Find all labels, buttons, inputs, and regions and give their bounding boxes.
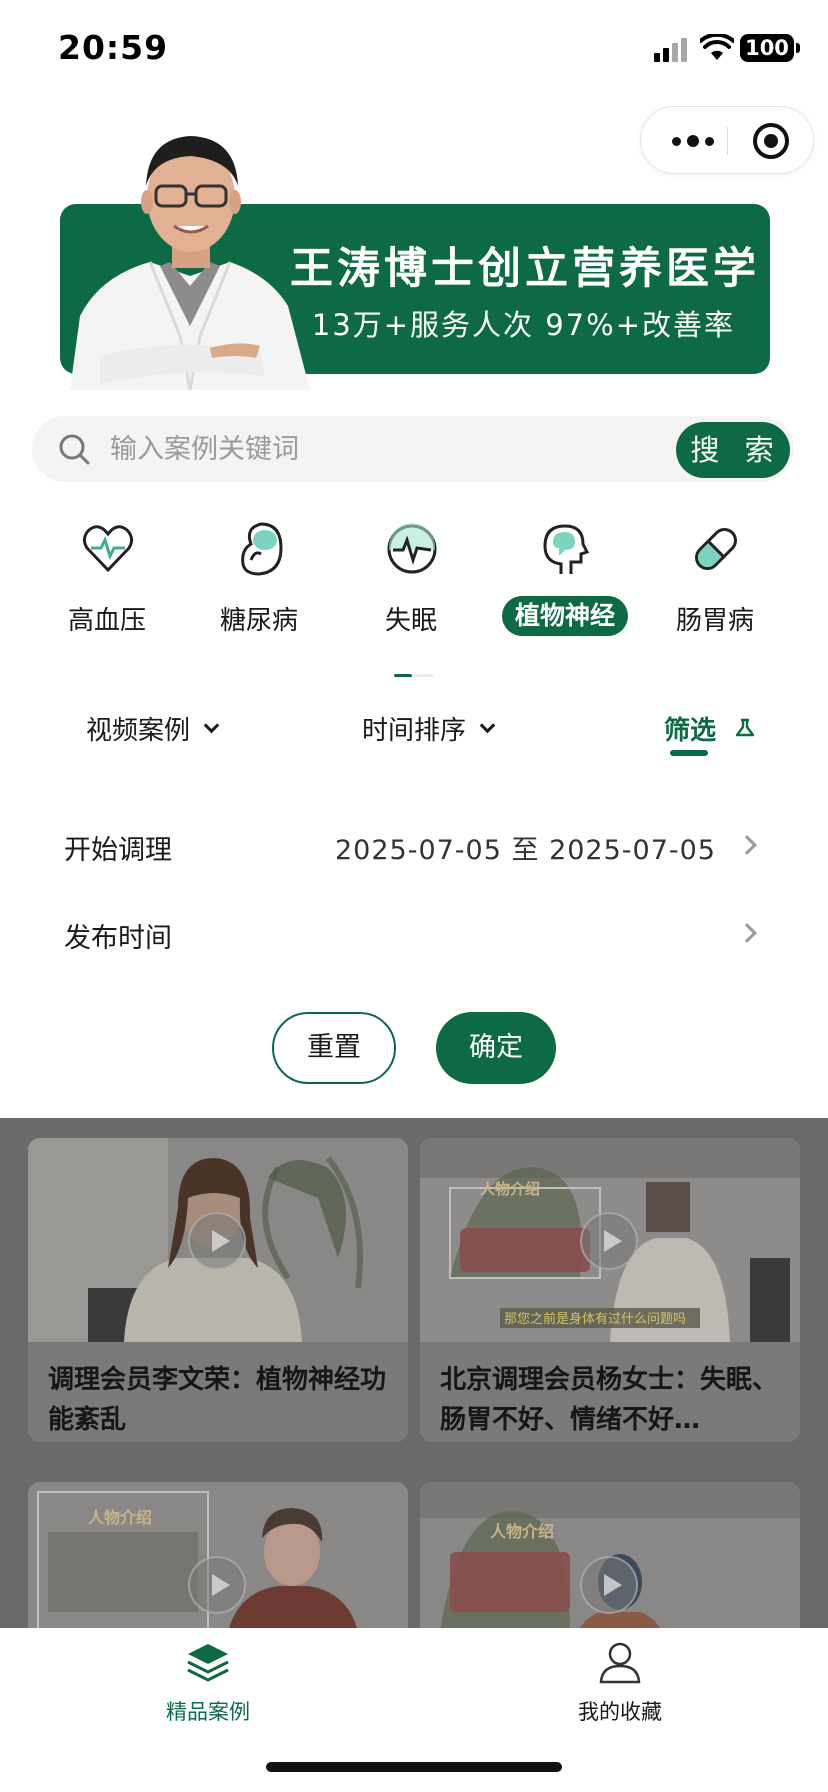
cellular-signal-icon [654, 38, 688, 62]
start-date-row[interactable]: 开始调理 2025-07-05 至 2025-07-05 [64, 822, 764, 872]
pulse-circle-icon [387, 523, 437, 574]
capsule-menu [640, 106, 814, 174]
funnel-icon [735, 718, 755, 737]
category-insomnia[interactable]: 失眠 [336, 520, 486, 640]
confirm-button[interactable]: 确定 [436, 1012, 556, 1084]
tab-favorites[interactable]: 我的收藏 [520, 1640, 720, 1740]
publish-time-row[interactable]: 发布时间 [64, 910, 764, 960]
play-icon [580, 1556, 638, 1614]
home-indicator [266, 1762, 562, 1772]
search-button[interactable]: 搜 索 [676, 422, 790, 478]
intro-heading: 人物介绍 [480, 1180, 541, 1198]
chevron-right-icon [737, 835, 757, 855]
tab-favorites-label: 我的收藏 [578, 1700, 662, 1724]
case-card[interactable]: 调理会员李文荣：植物神经功能紊乱 [28, 1138, 408, 1442]
close-miniprogram-icon[interactable] [753, 123, 789, 159]
case-type-dropdown[interactable]: 视频案例 [86, 708, 220, 748]
status-time: 20:59 [58, 28, 169, 67]
sort-dropdown[interactable]: 时间排序 [362, 708, 496, 748]
doctor-portrait [70, 136, 310, 390]
case-title: 北京调理会员杨女士：失眠、肠胃不好、情绪不好… [440, 1365, 779, 1435]
category-diabetes[interactable]: 糖尿病 [184, 520, 334, 640]
wifi-icon [700, 34, 734, 60]
capsule-divider [727, 127, 728, 155]
case-card[interactable]: 人物介绍 [28, 1482, 408, 1628]
play-icon [188, 1212, 246, 1270]
category-autonomic-nerve[interactable]: 植物神经 [488, 520, 638, 640]
search-input[interactable] [110, 428, 610, 470]
category-label: 失眠 [384, 606, 437, 636]
battery-icon: 100 [740, 34, 800, 62]
play-icon [580, 1212, 638, 1270]
banner-title: 王涛博士创立营养医学 [290, 244, 760, 294]
kidney-icon [241, 522, 283, 576]
category-label: 植物神经 [502, 596, 628, 636]
tab-cases[interactable]: 精品案例 [108, 1640, 308, 1740]
sort-label: 时间排序 [362, 715, 467, 746]
heart-pulse-icon [82, 525, 134, 573]
user-icon [599, 1642, 641, 1684]
play-icon [188, 1556, 246, 1614]
brain-head-icon [543, 524, 590, 574]
case-card[interactable]: 人物介绍 那您之前是身体有过什么问题吗 北京调理会员杨女士：失眠、肠胃不好、情绪… [420, 1138, 800, 1442]
chevron-down-icon [203, 717, 220, 733]
banner-subtitle: 13万+服务人次 97%+改善率 [311, 308, 735, 342]
start-date-label: 开始调理 [64, 835, 172, 866]
capsule-icon [695, 528, 737, 570]
case-list-overlay[interactable]: 调理会员李文荣：植物神经功能紊乱 人物介绍 那您之前是身体有过什么问题吗 北京调… [0, 1118, 828, 1628]
reset-button[interactable]: 重置 [272, 1012, 396, 1084]
filter-tab[interactable]: 筛选 [664, 708, 756, 748]
more-icon[interactable] [665, 127, 721, 155]
category-gastro[interactable]: 肠胃病 [640, 520, 790, 640]
intro-heading: 人物介绍 [88, 1508, 153, 1527]
search-icon [59, 434, 90, 465]
case-type-label: 视频案例 [86, 715, 191, 746]
case-card[interactable]: 人物介绍 [420, 1482, 800, 1628]
category-label: 糖尿病 [219, 606, 298, 636]
start-date-value: 2025-07-05 至 2025-07-05 [335, 835, 716, 866]
filter-active-underline [670, 750, 708, 756]
publish-time-label: 发布时间 [64, 923, 172, 954]
video-subtitle: 那您之前是身体有过什么问题吗 [504, 1312, 687, 1327]
category-scroll-indicator [394, 674, 412, 677]
case-title: 调理会员李文荣：植物神经功能紊乱 [48, 1365, 387, 1435]
status-bar: 20:59 100 [0, 0, 828, 100]
chevron-down-icon [479, 717, 496, 733]
category-scroll-track [414, 674, 434, 677]
chevron-right-icon [737, 923, 757, 943]
tab-cases-label: 精品案例 [166, 1700, 250, 1724]
filter-label: 筛选 [664, 715, 717, 746]
category-label: 高血压 [67, 606, 146, 636]
category-hypertension[interactable]: 高血压 [32, 520, 182, 640]
intro-heading: 人物介绍 [490, 1522, 555, 1541]
category-label: 肠胃病 [675, 606, 754, 636]
layers-icon [187, 1644, 229, 1682]
category-row: 高血压 糖尿病 失眠 植物神经 肠胃病 [32, 520, 796, 640]
